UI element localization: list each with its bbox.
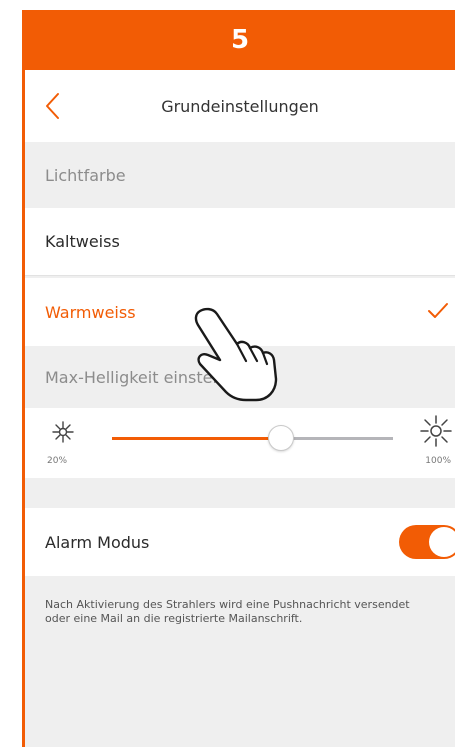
slider-thumb[interactable] [267, 425, 294, 451]
page-title-text: Grundeinstellungen [161, 96, 319, 116]
chevron-left-icon[interactable] [39, 88, 73, 124]
section-header-lichtfarbe: Lichtfarbe [25, 142, 455, 208]
checkmark-icon [428, 303, 448, 318]
brightness-max-label: 100% [425, 456, 451, 466]
page-margin [0, 0, 22, 747]
slider-track-remaining[interactable] [280, 437, 393, 440]
sun-small-icon [52, 421, 74, 443]
option-label: Kaltweiss [45, 232, 120, 251]
option-label: Warmweiss [45, 302, 136, 322]
alarm-mode-toggle[interactable] [399, 525, 455, 559]
phone-screen: 5 Grundeinstellungen Lichtfarbe Kaltweis… [25, 10, 455, 747]
step-banner: 5 [25, 10, 455, 70]
info-text-line: oder eine Mail an die registrierte Maila… [45, 612, 303, 625]
alarm-mode-label: Alarm Modus [45, 532, 150, 552]
tap-hand-icon [194, 307, 278, 402]
slider-track-filled[interactable] [112, 437, 281, 440]
alarm-mode-row: Alarm Modus [25, 508, 455, 576]
info-text: Nach Aktivierung des Strahlers wird eine… [45, 598, 450, 626]
toggle-knob [429, 527, 455, 557]
option-kaltweiss[interactable]: Kaltweiss [25, 208, 455, 276]
brightness-slider-panel: 20% 100% [25, 408, 455, 478]
section-header-label: Lichtfarbe [45, 165, 126, 185]
sun-large-icon [420, 415, 452, 447]
info-text-line: Nach Aktivierung des Strahlers wird eine… [45, 598, 410, 611]
navbar: Grundeinstellungen [25, 70, 455, 143]
brightness-min-label: 20% [47, 456, 68, 466]
page-title: Grundeinstellungen [25, 70, 455, 142]
step-number: 5 [230, 25, 250, 55]
